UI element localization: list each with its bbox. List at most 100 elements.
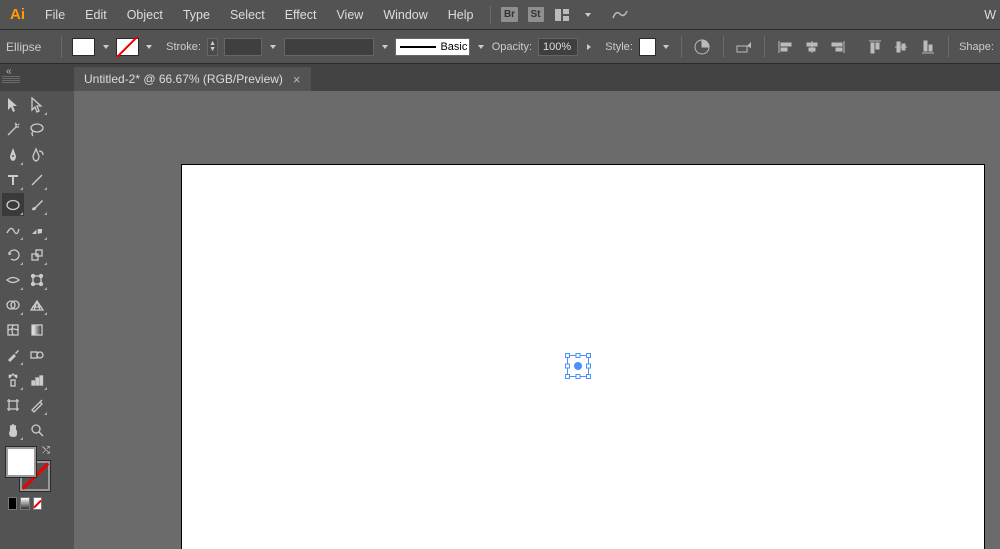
- selection-bounding-box[interactable]: [567, 355, 589, 377]
- menu-view[interactable]: View: [326, 0, 373, 30]
- line-segment-tool[interactable]: [26, 168, 48, 191]
- resize-handle-n[interactable]: [576, 353, 581, 358]
- slice-tool[interactable]: [26, 393, 48, 416]
- eraser-tool[interactable]: [26, 218, 48, 241]
- recolor-artwork-icon[interactable]: [692, 36, 713, 58]
- resize-handle-ne[interactable]: [586, 353, 591, 358]
- divider: [948, 36, 949, 58]
- scale-tool[interactable]: [26, 243, 48, 266]
- gpu-preview-icon[interactable]: [609, 6, 631, 24]
- direct-selection-tool[interactable]: [26, 93, 48, 116]
- fill-swatch[interactable]: [72, 38, 95, 56]
- blend-tool[interactable]: [26, 343, 48, 366]
- magic-wand-tool[interactable]: [2, 118, 24, 141]
- stroke-dropdown[interactable]: [145, 38, 154, 56]
- hand-tool[interactable]: [2, 418, 24, 441]
- divider: [490, 6, 491, 24]
- divider: [681, 36, 682, 58]
- align-right-icon[interactable]: [828, 36, 849, 58]
- active-tool-label: Ellipse: [6, 40, 41, 54]
- shaper-tool[interactable]: [2, 218, 24, 241]
- graphic-style-dropdown[interactable]: [662, 38, 671, 56]
- opacity-input[interactable]: 100%: [538, 38, 578, 56]
- graphic-style-swatch[interactable]: [639, 38, 656, 56]
- stroke-weight-dropdown[interactable]: [268, 38, 277, 56]
- resize-handle-sw[interactable]: [565, 374, 570, 379]
- mesh-tool[interactable]: [2, 318, 24, 341]
- resize-handle-w[interactable]: [565, 364, 570, 369]
- divider: [723, 36, 724, 58]
- width-tool[interactable]: [2, 268, 24, 291]
- toolbox-grip[interactable]: [2, 76, 20, 83]
- resize-handle-se[interactable]: [586, 374, 591, 379]
- eyedropper-tool[interactable]: [2, 343, 24, 366]
- column-graph-tool[interactable]: [26, 368, 48, 391]
- swap-fill-stroke-icon[interactable]: ⤭: [42, 445, 50, 456]
- fill-stroke-indicator[interactable]: ⤭: [2, 445, 52, 495]
- type-tool[interactable]: [2, 168, 24, 191]
- stroke-weight-input[interactable]: [224, 38, 262, 56]
- rotate-tool[interactable]: [2, 243, 24, 266]
- artboard[interactable]: [182, 165, 984, 549]
- color-mode-solid[interactable]: [8, 497, 17, 510]
- artboard-tool[interactable]: [2, 393, 24, 416]
- top-menu: File Edit Object Type Select Effect View…: [35, 0, 484, 30]
- pen-tool[interactable]: [2, 143, 24, 166]
- stroke-weight-stepper[interactable]: ▲▼: [207, 38, 218, 56]
- workspace-label-partial[interactable]: W: [984, 8, 1000, 22]
- arrange-documents-dropdown[interactable]: [577, 6, 599, 24]
- fill-color-box[interactable]: [6, 447, 36, 477]
- arrange-documents-icon[interactable]: [551, 6, 573, 24]
- brush-definition-dropdown[interactable]: [476, 38, 485, 56]
- variable-width-dropdown[interactable]: [380, 38, 389, 56]
- menu-effect[interactable]: Effect: [275, 0, 327, 30]
- shape-label: Shape:: [959, 41, 994, 53]
- menu-edit[interactable]: Edit: [75, 0, 117, 30]
- menu-type[interactable]: Type: [173, 0, 220, 30]
- selection-tool[interactable]: [2, 93, 24, 116]
- menu-object[interactable]: Object: [117, 0, 173, 30]
- menu-file[interactable]: File: [35, 0, 75, 30]
- canvas-area[interactable]: [74, 91, 1000, 549]
- fill-dropdown[interactable]: [101, 38, 110, 56]
- perspective-grid-tool[interactable]: [26, 293, 48, 316]
- stroke-swatch[interactable]: [116, 38, 139, 56]
- menu-help[interactable]: Help: [438, 0, 484, 30]
- free-transform-tool[interactable]: [26, 268, 48, 291]
- brush-definition[interactable]: Basic: [395, 38, 470, 56]
- zoom-tool[interactable]: [26, 418, 48, 441]
- curvature-tool[interactable]: [26, 143, 48, 166]
- document-tab[interactable]: Untitled-2* @ 66.67% (RGB/Preview) ×: [74, 67, 311, 91]
- shape-builder-tool[interactable]: [2, 293, 24, 316]
- color-mode-gradient[interactable]: [20, 497, 29, 510]
- variable-width-profile[interactable]: [284, 38, 374, 56]
- opacity-label: Opacity:: [492, 41, 532, 53]
- align-center-v-icon[interactable]: [891, 36, 912, 58]
- resize-handle-nw[interactable]: [565, 353, 570, 358]
- menu-select[interactable]: Select: [220, 0, 275, 30]
- close-tab-icon[interactable]: ×: [293, 72, 301, 87]
- symbol-sprayer-tool[interactable]: [2, 368, 24, 391]
- toolbox: ⤭: [0, 91, 50, 514]
- selected-ellipse-shape[interactable]: [574, 362, 582, 370]
- resize-handle-s[interactable]: [576, 374, 581, 379]
- paintbrush-tool[interactable]: [26, 193, 48, 216]
- stroke-weight-label: Stroke:: [166, 41, 201, 53]
- gradient-tool[interactable]: [26, 318, 48, 341]
- color-mode-row: [2, 495, 48, 512]
- align-top-icon[interactable]: [864, 36, 885, 58]
- control-bar: Ellipse Stroke: ▲▼ Basic Opacity: 100% S…: [0, 30, 1000, 64]
- stock-icon[interactable]: St: [525, 6, 547, 24]
- resize-handle-e[interactable]: [586, 364, 591, 369]
- isolate-object-icon[interactable]: [734, 36, 755, 58]
- align-bottom-icon[interactable]: [918, 36, 939, 58]
- menu-window[interactable]: Window: [373, 0, 437, 30]
- bridge-icon[interactable]: Br: [499, 6, 521, 24]
- align-left-icon[interactable]: [775, 36, 796, 58]
- align-center-h-icon[interactable]: [802, 36, 823, 58]
- style-label: Style:: [605, 41, 633, 53]
- opacity-dropdown[interactable]: [584, 38, 593, 56]
- ellipse-tool[interactable]: [2, 193, 24, 216]
- lasso-tool[interactable]: [26, 118, 48, 141]
- color-mode-none[interactable]: [33, 497, 42, 510]
